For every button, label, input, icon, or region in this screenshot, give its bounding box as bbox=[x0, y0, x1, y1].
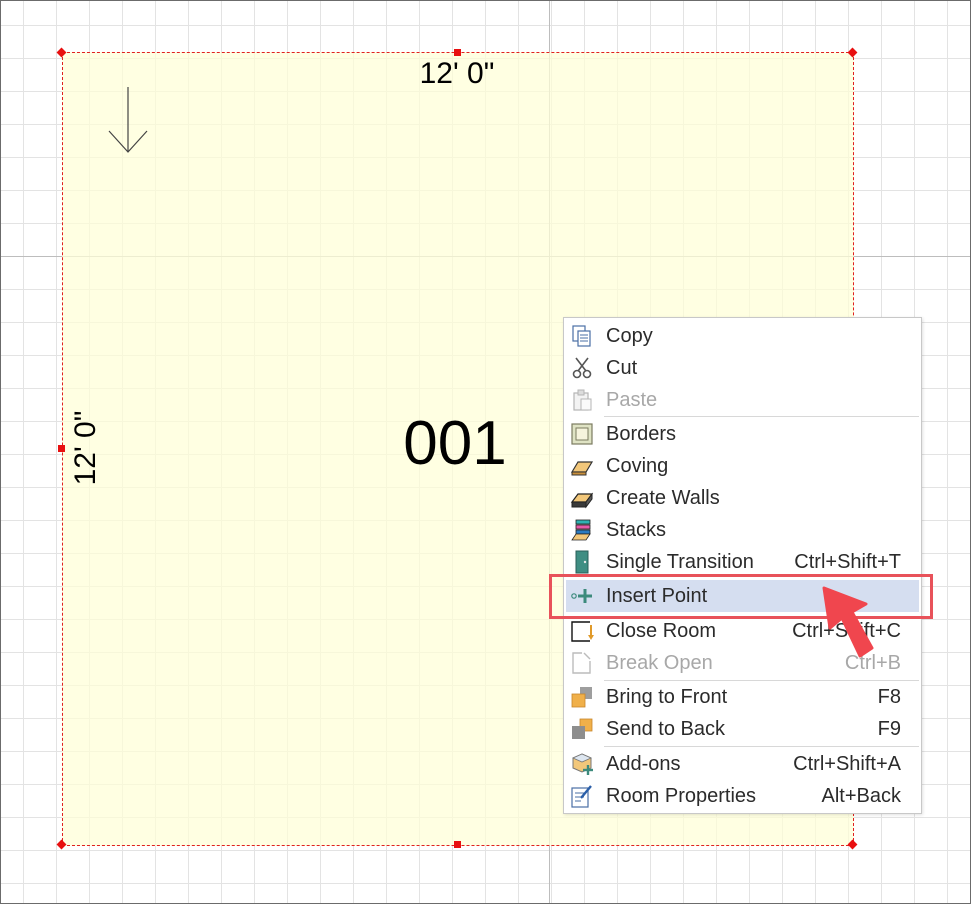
menu-item-paste[interactable]: Paste bbox=[564, 384, 921, 416]
menu-item-cut[interactable]: Cut bbox=[564, 352, 921, 384]
edge-handle-left[interactable] bbox=[58, 445, 65, 452]
add-ons-icon bbox=[572, 753, 593, 775]
menu-item-send-to-back[interactable]: Send to Back F9 bbox=[564, 713, 921, 745]
door-icon bbox=[575, 550, 589, 574]
send-back-icon bbox=[572, 718, 593, 739]
menu-item-label: Bring to Front bbox=[606, 686, 728, 708]
corner-handle-bottom-right[interactable] bbox=[847, 839, 858, 850]
menu-item-shortcut: Ctrl+Shift+A bbox=[793, 753, 901, 775]
close-room-icon bbox=[571, 621, 594, 642]
menu-item-bring-to-front[interactable]: Bring to Front F8 bbox=[564, 681, 921, 713]
direction-arrow-icon bbox=[108, 87, 148, 153]
context-menu: Copy Cut Paste Borders Coving Create Wal… bbox=[563, 317, 922, 814]
menu-item-shortcut: F8 bbox=[877, 686, 901, 708]
edge-handle-bottom[interactable] bbox=[454, 841, 461, 848]
properties-icon bbox=[571, 785, 592, 808]
menu-item-label: Coving bbox=[606, 455, 669, 477]
menu-item-label: Room Properties bbox=[606, 785, 757, 807]
menu-item-label: Stacks bbox=[606, 519, 667, 541]
copy-icon bbox=[572, 325, 591, 347]
menu-item-coving[interactable]: Coving bbox=[564, 450, 921, 482]
break-open-icon bbox=[572, 652, 591, 674]
scissors-icon bbox=[572, 357, 592, 379]
menu-separator bbox=[604, 746, 919, 747]
bring-front-icon bbox=[571, 687, 592, 708]
menu-item-room-properties[interactable]: Room Properties Alt+Back bbox=[564, 780, 921, 812]
menu-item-copy[interactable]: Copy bbox=[564, 320, 921, 352]
dimension-label-top: 12' 0" bbox=[419, 57, 495, 90]
menu-item-add-ons[interactable]: Add-ons Ctrl+Shift+A bbox=[564, 748, 921, 780]
stacks-icon bbox=[571, 519, 591, 541]
menu-item-label: Close Room bbox=[606, 620, 717, 642]
menu-item-shortcut: Alt+Back bbox=[821, 785, 901, 807]
walls-icon bbox=[570, 492, 594, 509]
dimension-label-left: 12' 0" bbox=[69, 410, 102, 486]
menu-item-label: Paste bbox=[606, 389, 658, 411]
menu-item-label: Copy bbox=[606, 325, 653, 347]
edge-handle-top[interactable] bbox=[454, 49, 461, 56]
menu-item-borders[interactable]: Borders bbox=[564, 418, 921, 450]
menu-item-create-walls[interactable]: Create Walls bbox=[564, 482, 921, 514]
menu-item-label: Create Walls bbox=[606, 487, 720, 509]
menu-item-label: Cut bbox=[606, 357, 638, 379]
borders-icon bbox=[571, 423, 593, 445]
room-number-label: 001 bbox=[403, 409, 507, 478]
menu-item-label: Break Open bbox=[606, 652, 713, 674]
pointer-arrow-icon bbox=[822, 586, 874, 658]
menu-item-label: Borders bbox=[606, 423, 677, 445]
menu-item-label: Add-ons bbox=[606, 753, 681, 775]
menu-item-stacks[interactable]: Stacks bbox=[564, 514, 921, 546]
coving-icon bbox=[570, 461, 594, 476]
clipboard-icon bbox=[573, 389, 592, 411]
menu-item-shortcut: F9 bbox=[877, 718, 901, 740]
menu-item-label: Send to Back bbox=[606, 718, 725, 740]
menu-separator bbox=[604, 416, 919, 417]
